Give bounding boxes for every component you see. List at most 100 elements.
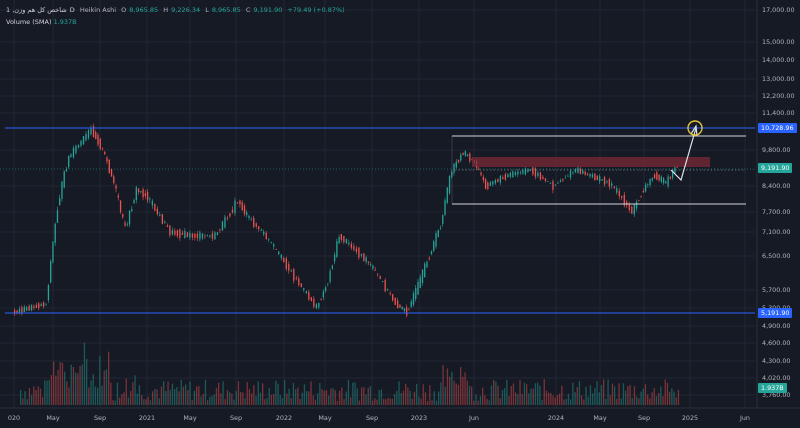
price-chart[interactable]: 17,000.00 15,000.00 14,000.00 13,000.00 12,2… xyxy=(0,0,800,428)
volume-bar xyxy=(358,400,361,405)
volume-bar xyxy=(396,390,398,405)
candle-body xyxy=(582,170,584,174)
volume-bar xyxy=(523,382,526,405)
candle-body xyxy=(26,307,28,311)
symbol-title[interactable]: 1 ,شاخص کل هم وزن xyxy=(6,6,67,14)
volume-bar xyxy=(319,383,321,405)
volume-bar xyxy=(413,391,416,405)
candle-body xyxy=(135,187,137,201)
candle-body xyxy=(253,217,255,227)
volume-bar xyxy=(321,389,323,405)
volume-bar xyxy=(471,386,473,405)
candle-body xyxy=(42,302,45,307)
volume-bar xyxy=(31,394,33,405)
candle-body xyxy=(280,254,282,259)
candle-body xyxy=(514,172,517,176)
candle-body xyxy=(382,281,384,283)
volume-value: 1.937B xyxy=(53,18,77,26)
volume-bar xyxy=(347,379,350,405)
volume-bar xyxy=(88,387,90,405)
candle-body xyxy=(494,180,497,184)
candle-body xyxy=(33,306,35,308)
candle-body xyxy=(554,184,557,186)
volume-bar xyxy=(138,385,141,405)
price-axis-label: 13,000.00 xyxy=(762,75,795,83)
candle-body xyxy=(417,281,419,295)
volume-bar xyxy=(37,386,39,405)
volume-bar xyxy=(233,399,235,405)
price-axis-label: 12,200.00 xyxy=(762,92,795,100)
volume-bar xyxy=(389,398,391,405)
volume-bar xyxy=(501,389,504,405)
volume-bar xyxy=(127,397,130,405)
candle-body xyxy=(360,254,363,256)
volume-bar xyxy=(673,391,675,405)
volume-bar xyxy=(559,393,561,405)
candle-body xyxy=(189,232,191,238)
volume-label[interactable]: Volume (SMA) xyxy=(6,18,52,26)
volume-bar xyxy=(273,393,275,405)
candle-body xyxy=(389,292,391,294)
candle-body xyxy=(572,172,574,174)
candle-body xyxy=(106,157,108,162)
candle-body xyxy=(216,232,219,236)
candle-body xyxy=(206,235,209,237)
candle-body xyxy=(487,182,489,189)
candle-body xyxy=(621,196,623,198)
volume-bar xyxy=(376,399,378,405)
time-axis-label: Jun xyxy=(739,414,750,422)
candle-body xyxy=(149,198,151,200)
time-axis-label: Sep xyxy=(94,414,106,422)
candle-body xyxy=(644,184,647,192)
candle-body xyxy=(70,154,72,157)
candle-body xyxy=(179,229,181,238)
volume-bar xyxy=(125,378,127,405)
candle-body xyxy=(665,181,667,184)
volume-bar xyxy=(356,388,358,405)
volume-bar xyxy=(504,388,506,405)
candle-body xyxy=(201,233,204,239)
candle-body xyxy=(426,261,428,268)
interval-label[interactable]: D xyxy=(70,6,75,14)
candle-body xyxy=(358,247,360,258)
candle-body xyxy=(340,234,343,240)
candle-body xyxy=(119,200,122,213)
time-axis-label: 2023 xyxy=(411,414,427,422)
candle-body xyxy=(211,233,214,239)
candle-body xyxy=(21,307,23,314)
price-axis-label: 11,400.00 xyxy=(762,109,795,117)
candle-body xyxy=(586,173,589,175)
candle-body xyxy=(72,147,75,158)
candle-body xyxy=(662,178,665,184)
price-axis-label: 15,000.00 xyxy=(762,38,795,46)
volume-bar xyxy=(303,384,306,405)
candle-body xyxy=(131,209,133,212)
high-label: H xyxy=(163,6,169,14)
time-axis-label: 2022 xyxy=(276,414,292,422)
price-axis-label: 4,020.00 xyxy=(762,374,790,382)
candle-body xyxy=(52,241,54,263)
candle-body xyxy=(331,265,334,269)
candle-body xyxy=(394,297,396,306)
volume-bar xyxy=(20,390,22,405)
volume-bar xyxy=(512,383,515,405)
candle-body xyxy=(399,304,401,308)
volume-bar xyxy=(99,356,101,405)
candle-body xyxy=(133,200,135,204)
candle-body xyxy=(638,200,640,202)
candle-body xyxy=(310,297,312,301)
candle-body xyxy=(507,174,509,178)
candle-body xyxy=(333,254,336,262)
volume-bar xyxy=(554,397,556,405)
volume-bar xyxy=(46,380,48,405)
volume-bar xyxy=(224,399,226,405)
volume-bar xyxy=(521,394,523,405)
candle-body xyxy=(140,191,142,193)
volume-bar xyxy=(108,351,110,405)
candle-body xyxy=(415,287,417,300)
volume-bar xyxy=(427,400,429,405)
volume-bar xyxy=(539,385,541,405)
volume-bar xyxy=(475,394,477,405)
candle-body xyxy=(464,151,466,156)
volume-bar xyxy=(68,387,70,405)
